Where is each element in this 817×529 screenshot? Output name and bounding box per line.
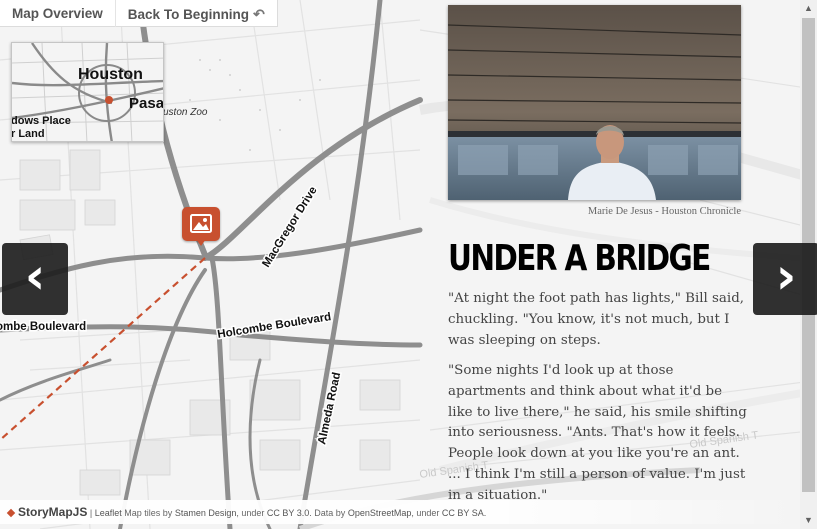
minimap-label-pasa: Pasa xyxy=(129,95,164,112)
road-label-holcombe-left: ombe Boulevard xyxy=(0,321,86,333)
chevron-left-icon: ‹ xyxy=(24,247,46,305)
marker-pin xyxy=(182,207,220,241)
map-label-zoo: uston Zoo xyxy=(163,107,208,118)
slide-paragraph-1: "At night the foot path has lights," Bil… xyxy=(448,291,745,348)
storymap-logo-icon xyxy=(6,508,16,518)
scroll-up-arrow-icon[interactable]: ▲ xyxy=(800,0,817,17)
top-nav: Map Overview Back To Beginning ↶ xyxy=(0,0,278,27)
minimap-label-houston: Houston xyxy=(78,66,143,83)
back-to-beginning-label: Back To Beginning xyxy=(127,7,250,22)
minimap-label-meadows: dows Place xyxy=(11,115,71,127)
back-to-beginning-button[interactable]: Back To Beginning ↶ xyxy=(116,0,277,27)
under-text: , under xyxy=(236,508,265,518)
map-overview-button[interactable]: Map Overview xyxy=(0,0,116,27)
chevron-right-icon: › xyxy=(775,247,797,305)
osm-link[interactable]: OpenStreetMap xyxy=(348,508,412,518)
stamen-link[interactable]: Stamen Design xyxy=(175,508,237,518)
slide-panel: Marie De Jesus - Houston Chronicle UNDER… xyxy=(430,0,800,529)
scroll-down-arrow-icon[interactable]: ▼ xyxy=(800,512,817,529)
minimap[interactable]: Houston Pasa dows Place r Land xyxy=(11,42,164,142)
map-marker[interactable] xyxy=(182,207,220,247)
previous-slide-button[interactable]: ‹ xyxy=(2,243,68,315)
map-attribution: StoryMapJS | Leaflet Map tiles by Stamen… xyxy=(0,500,800,524)
tiles-text: Map tiles by xyxy=(124,508,173,518)
road-label-macgregor: MacGregor Drive xyxy=(260,185,319,270)
undo-icon: ↶ xyxy=(253,6,265,22)
storymapjs-brand[interactable]: StoryMapJS xyxy=(18,505,87,519)
image-icon xyxy=(190,214,212,233)
photo-credit: Marie De Jesus - Houston Chronicle xyxy=(587,206,741,217)
slide-headline: UNDER A BRIDGE xyxy=(448,238,711,279)
leaflet-link[interactable]: Leaflet xyxy=(95,508,122,518)
slide-photo-image xyxy=(448,5,741,200)
next-slide-button[interactable]: › xyxy=(753,243,817,315)
cc-by-sa-link[interactable]: CC BY SA. xyxy=(442,508,486,518)
under-text-2: , under xyxy=(411,508,440,518)
minimap-label-land: r Land xyxy=(11,128,45,140)
data-text: . Data by xyxy=(309,508,346,518)
marker-tip xyxy=(196,239,206,246)
slide-paragraph-2: "Some nights I'd look up at those apartm… xyxy=(448,363,747,503)
slide-photo xyxy=(448,5,741,200)
cc-by-link[interactable]: CC BY 3.0 xyxy=(267,508,309,518)
